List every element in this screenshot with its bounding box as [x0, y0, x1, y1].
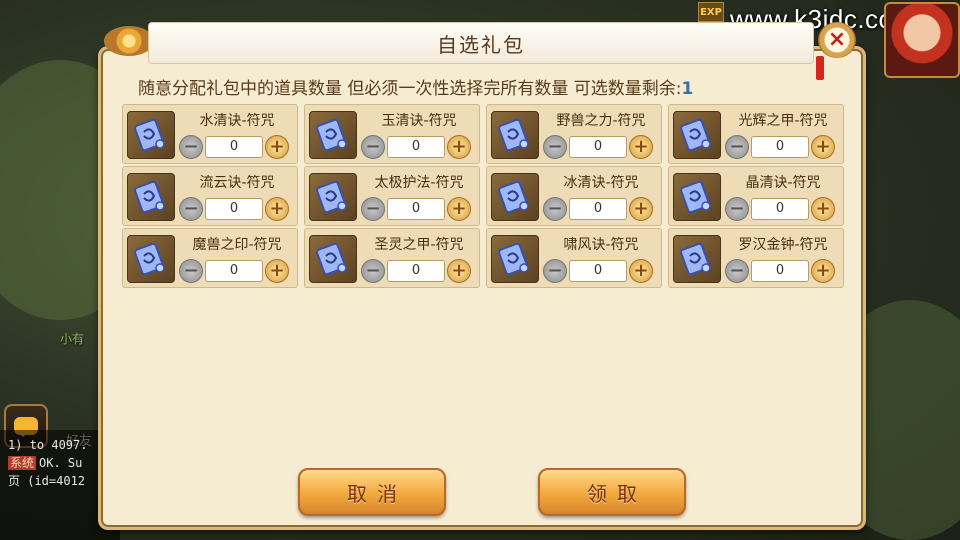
item-name: 罗汉金钟-符咒: [738, 237, 828, 253]
talisman-scroll-icon[interactable]: [673, 111, 721, 159]
increase-button[interactable]: +: [265, 197, 289, 221]
quantity-stepper: −0 +: [543, 197, 653, 221]
item-name: 圣灵之甲-符咒: [374, 237, 464, 253]
item-name: 冰清诀-符咒: [563, 175, 639, 191]
increase-button[interactable]: +: [811, 135, 835, 159]
decrease-button[interactable]: −: [725, 259, 749, 283]
increase-button[interactable]: +: [811, 197, 835, 221]
talisman-scroll-icon[interactable]: [127, 173, 175, 221]
quantity-input[interactable]: 0: [387, 136, 445, 158]
quantity-stepper: −0 +: [361, 259, 471, 283]
increase-button[interactable]: +: [629, 135, 653, 159]
system-tag: 系统: [8, 456, 37, 470]
talisman-scroll-icon[interactable]: [491, 173, 539, 221]
decrease-button[interactable]: −: [179, 197, 203, 221]
talisman-scroll-icon[interactable]: [673, 235, 721, 283]
item-cell: 魔兽之印-符咒 −0 +: [122, 228, 298, 288]
quantity-input[interactable]: 0: [569, 136, 627, 158]
decrease-button[interactable]: −: [725, 197, 749, 221]
increase-button[interactable]: +: [811, 259, 835, 283]
quantity-stepper: −0 +: [725, 197, 835, 221]
quantity-input[interactable]: 0: [205, 260, 263, 282]
quantity-stepper: −0 +: [361, 135, 471, 159]
quantity-input[interactable]: 0: [569, 260, 627, 282]
quantity-input[interactable]: 0: [387, 198, 445, 220]
talisman-scroll-icon[interactable]: [309, 111, 357, 159]
player-avatar[interactable]: [884, 2, 960, 78]
dialog-title: 自选礼包: [437, 32, 525, 57]
talisman-scroll-icon[interactable]: [127, 111, 175, 159]
instruction-text: 随意分配礼包中的道具数量 但必须一次性选择完所有数量 可选数量剩余:1: [138, 79, 694, 99]
quantity-stepper: −0 +: [543, 259, 653, 283]
increase-button[interactable]: +: [629, 259, 653, 283]
talisman-scroll-icon[interactable]: [673, 173, 721, 221]
item-name: 玉清诀-符咒: [381, 113, 457, 129]
decrease-button[interactable]: −: [543, 259, 567, 283]
exp-badge: EXP: [698, 2, 724, 22]
quantity-stepper: −0 +: [179, 135, 289, 159]
quantity-input[interactable]: 0: [387, 260, 445, 282]
quantity-input[interactable]: 0: [751, 136, 809, 158]
item-name: 光辉之甲-符咒: [738, 113, 828, 129]
item-name: 魔兽之印-符咒: [192, 237, 282, 253]
remaining-count: 1: [681, 79, 694, 99]
quantity-input[interactable]: 0: [205, 198, 263, 220]
decrease-button[interactable]: −: [361, 259, 385, 283]
increase-button[interactable]: +: [265, 259, 289, 283]
decrease-button[interactable]: −: [543, 197, 567, 221]
tassel-ornament: [816, 56, 824, 80]
background-hint-text: 小有: [60, 332, 85, 346]
item-cell: 太极护法-符咒 −0 +: [304, 166, 480, 226]
quantity-stepper: −0 +: [179, 197, 289, 221]
item-cell: 野兽之力-符咒 −0 +: [486, 104, 662, 164]
quantity-input[interactable]: 0: [205, 136, 263, 158]
quantity-input[interactable]: 0: [751, 260, 809, 282]
decrease-button[interactable]: −: [725, 135, 749, 159]
decrease-button[interactable]: −: [179, 135, 203, 159]
item-cell: 光辉之甲-符咒 −0 +: [668, 104, 844, 164]
dialog-title-bar: 自选礼包: [148, 22, 814, 64]
talisman-scroll-icon[interactable]: [491, 111, 539, 159]
increase-button[interactable]: +: [447, 197, 471, 221]
talisman-scroll-icon[interactable]: [309, 235, 357, 283]
item-cell: 晶清诀-符咒 −0 +: [668, 166, 844, 226]
quantity-stepper: −0 +: [725, 135, 835, 159]
item-cell: 啸风诀-符咒 −0 +: [486, 228, 662, 288]
item-name: 太极护法-符咒: [374, 175, 464, 191]
item-name: 流云诀-符咒: [199, 175, 275, 191]
quantity-input[interactable]: 0: [569, 198, 627, 220]
quantity-stepper: −0 +: [543, 135, 653, 159]
decrease-button[interactable]: −: [361, 135, 385, 159]
item-name: 啸风诀-符咒: [563, 237, 639, 253]
talisman-scroll-icon[interactable]: [491, 235, 539, 283]
talisman-scroll-icon[interactable]: [127, 235, 175, 283]
item-cell: 流云诀-符咒 −0 +: [122, 166, 298, 226]
item-name: 晶清诀-符咒: [745, 175, 821, 191]
quantity-input[interactable]: 0: [751, 198, 809, 220]
increase-button[interactable]: +: [629, 197, 653, 221]
increase-button[interactable]: +: [265, 135, 289, 159]
quantity-stepper: −0 +: [179, 259, 289, 283]
quantity-stepper: −0 +: [361, 197, 471, 221]
decrease-button[interactable]: −: [179, 259, 203, 283]
decrease-button[interactable]: −: [361, 197, 385, 221]
cancel-button[interactable]: 取消: [298, 468, 446, 516]
item-name: 水清诀-符咒: [199, 113, 275, 129]
decrease-button[interactable]: −: [543, 135, 567, 159]
talisman-scroll-icon[interactable]: [309, 173, 357, 221]
close-icon: ×: [827, 27, 847, 52]
increase-button[interactable]: +: [447, 259, 471, 283]
increase-button[interactable]: +: [447, 135, 471, 159]
claim-button[interactable]: 领取: [538, 468, 686, 516]
item-cell: 水清诀-符咒 −0 +: [122, 104, 298, 164]
item-cell: 冰清诀-符咒 −0 +: [486, 166, 662, 226]
quantity-stepper: −0 +: [725, 259, 835, 283]
item-cell: 玉清诀-符咒 −0 +: [304, 104, 480, 164]
item-cell: 罗汉金钟-符咒 −0 +: [668, 228, 844, 288]
close-button[interactable]: ×: [818, 22, 856, 58]
item-name: 野兽之力-符咒: [556, 113, 646, 129]
item-cell: 圣灵之甲-符咒 −0 +: [304, 228, 480, 288]
title-scroll-left-ornament: [104, 26, 154, 56]
